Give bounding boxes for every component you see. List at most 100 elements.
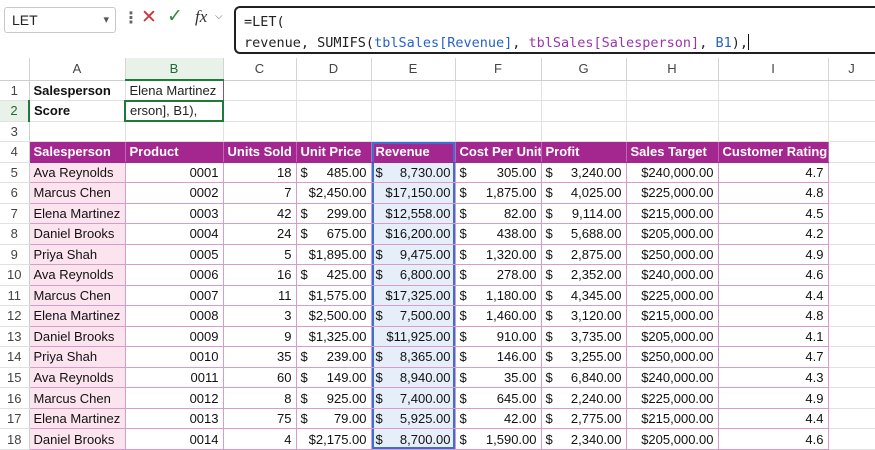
table-cell[interactable]: $205,000.00 <box>626 428 719 450</box>
cell[interactable] <box>718 121 829 143</box>
table-cell[interactable]: $299.00 <box>296 203 372 225</box>
table-cell[interactable]: $3,735.00 <box>541 326 627 348</box>
table-cell[interactable]: 0007 <box>125 285 224 307</box>
x-icon[interactable]: ✕ <box>141 6 157 29</box>
column-header-g[interactable]: G <box>541 58 627 81</box>
row-header[interactable]: 8 <box>0 223 30 245</box>
table-header-cell[interactable]: Customer Rating <box>718 141 829 163</box>
cell[interactable] <box>718 100 829 122</box>
table-cell[interactable]: 4.7 <box>718 162 829 184</box>
score-cell-active[interactable]: erson], B1), <box>124 99 224 123</box>
table-cell[interactable]: $3,120.00 <box>541 305 627 327</box>
table-cell[interactable]: Marcus Chen <box>29 285 126 307</box>
table-cell[interactable]: 4 <box>223 428 297 450</box>
table-cell[interactable]: Daniel Brooks <box>29 428 126 450</box>
table-cell[interactable]: $225,000.00 <box>626 285 719 307</box>
table-cell[interactable]: 0002 <box>125 182 224 204</box>
table-cell[interactable]: 0008 <box>125 305 224 327</box>
table-cell[interactable]: 4.7 <box>718 346 829 368</box>
column-header-e[interactable]: E <box>371 58 456 81</box>
cell[interactable] <box>718 80 829 102</box>
table-cell[interactable]: $925.00 <box>296 387 372 409</box>
table-cell[interactable]: $6,840.00 <box>541 367 627 389</box>
row-header[interactable]: 6 <box>0 182 30 204</box>
table-cell[interactable]: 4.2 <box>718 223 829 245</box>
table-cell[interactable]: $2,775.00 <box>541 408 627 430</box>
table-cell[interactable]: 60 <box>223 367 297 389</box>
table-header-cell[interactable]: Profit <box>541 141 627 163</box>
chevron-down-icon[interactable]: ⌵ <box>215 11 223 22</box>
cell[interactable] <box>828 408 875 430</box>
table-cell[interactable]: $2,340.00 <box>541 428 627 450</box>
table-cell[interactable]: $5,688.00 <box>541 223 627 245</box>
table-cell[interactable]: 8 <box>223 387 297 409</box>
table-cell[interactable]: $1,895.00 <box>296 244 372 266</box>
table-cell[interactable]: $1,875.00 <box>455 182 542 204</box>
row-header[interactable]: 10 <box>0 264 30 286</box>
name-box[interactable]: LET ▾ <box>4 7 116 33</box>
table-cell[interactable]: $9,475.00 <box>371 244 456 266</box>
column-header-i[interactable]: I <box>718 58 829 81</box>
table-cell[interactable]: $240,000.00 <box>626 162 719 184</box>
cell[interactable] <box>455 80 542 102</box>
column-header-c[interactable]: C <box>223 58 297 81</box>
cell[interactable] <box>455 100 542 122</box>
table-cell[interactable]: $8,940.00 <box>371 367 456 389</box>
table-cell[interactable]: Marcus Chen <box>29 387 126 409</box>
table-cell[interactable]: $425.00 <box>296 264 372 286</box>
table-cell[interactable]: $149.00 <box>296 367 372 389</box>
table-cell[interactable]: $8,365.00 <box>371 346 456 368</box>
cell[interactable] <box>828 387 875 409</box>
table-cell[interactable]: $215,000.00 <box>626 203 719 225</box>
table-cell[interactable]: Ava Reynolds <box>29 367 126 389</box>
table-cell[interactable]: 0014 <box>125 428 224 450</box>
table-cell[interactable]: Daniel Brooks <box>29 326 126 348</box>
cell[interactable] <box>371 80 456 102</box>
table-cell[interactable]: 42 <box>223 203 297 225</box>
table-cell[interactable]: 0012 <box>125 387 224 409</box>
table-cell[interactable]: 35 <box>223 346 297 368</box>
table-cell[interactable]: $2,352.00 <box>541 264 627 286</box>
table-cell[interactable]: $1,460.00 <box>455 305 542 327</box>
column-header-j[interactable]: J <box>828 58 875 81</box>
table-cell[interactable]: Elena Martinez <box>29 203 126 225</box>
table-cell[interactable]: $7,500.00 <box>371 305 456 327</box>
row-header[interactable]: 7 <box>0 203 30 225</box>
cell[interactable] <box>828 80 875 102</box>
table-cell[interactable]: 4.1 <box>718 326 829 348</box>
table-cell[interactable]: $239.00 <box>296 346 372 368</box>
table-cell[interactable]: $1,180.00 <box>455 285 542 307</box>
more-options-icon[interactable]: ⋮ <box>123 8 139 28</box>
table-cell[interactable]: 18 <box>223 162 297 184</box>
chevron-down-icon[interactable]: ▾ <box>103 13 109 26</box>
cell[interactable] <box>828 264 875 286</box>
table-cell[interactable]: 4.6 <box>718 264 829 286</box>
table-cell[interactable]: $278.00 <box>455 264 542 286</box>
table-cell[interactable]: $12,558.00 <box>371 203 456 225</box>
table-cell[interactable]: 4.3 <box>718 367 829 389</box>
table-cell[interactable]: $215,000.00 <box>626 408 719 430</box>
table-cell[interactable]: 4.4 <box>718 285 829 307</box>
cell[interactable] <box>371 121 456 143</box>
table-header-cell[interactable]: Units Sold <box>223 141 297 163</box>
table-cell[interactable]: $4,345.00 <box>541 285 627 307</box>
cell[interactable] <box>828 244 875 266</box>
cell[interactable] <box>828 203 875 225</box>
cell[interactable] <box>828 162 875 184</box>
table-cell[interactable]: Ava Reynolds <box>29 162 126 184</box>
table-cell[interactable]: $2,875.00 <box>541 244 627 266</box>
table-cell[interactable]: $1,325.00 <box>296 326 372 348</box>
row-header[interactable]: 16 <box>0 387 30 409</box>
cell[interactable] <box>223 100 297 122</box>
cell[interactable] <box>541 80 627 102</box>
table-cell[interactable]: Elena Martinez <box>29 408 126 430</box>
row-header[interactable]: 1 <box>0 80 30 102</box>
table-cell[interactable]: $205,000.00 <box>626 223 719 245</box>
cell[interactable] <box>828 121 875 143</box>
table-cell[interactable]: $225,000.00 <box>626 182 719 204</box>
table-cell[interactable]: $17,150.00 <box>371 182 456 204</box>
table-cell[interactable]: 0003 <box>125 203 224 225</box>
cell[interactable] <box>296 121 372 143</box>
table-cell[interactable]: 3 <box>223 305 297 327</box>
table-cell[interactable]: $8,700.00 <box>371 428 456 450</box>
